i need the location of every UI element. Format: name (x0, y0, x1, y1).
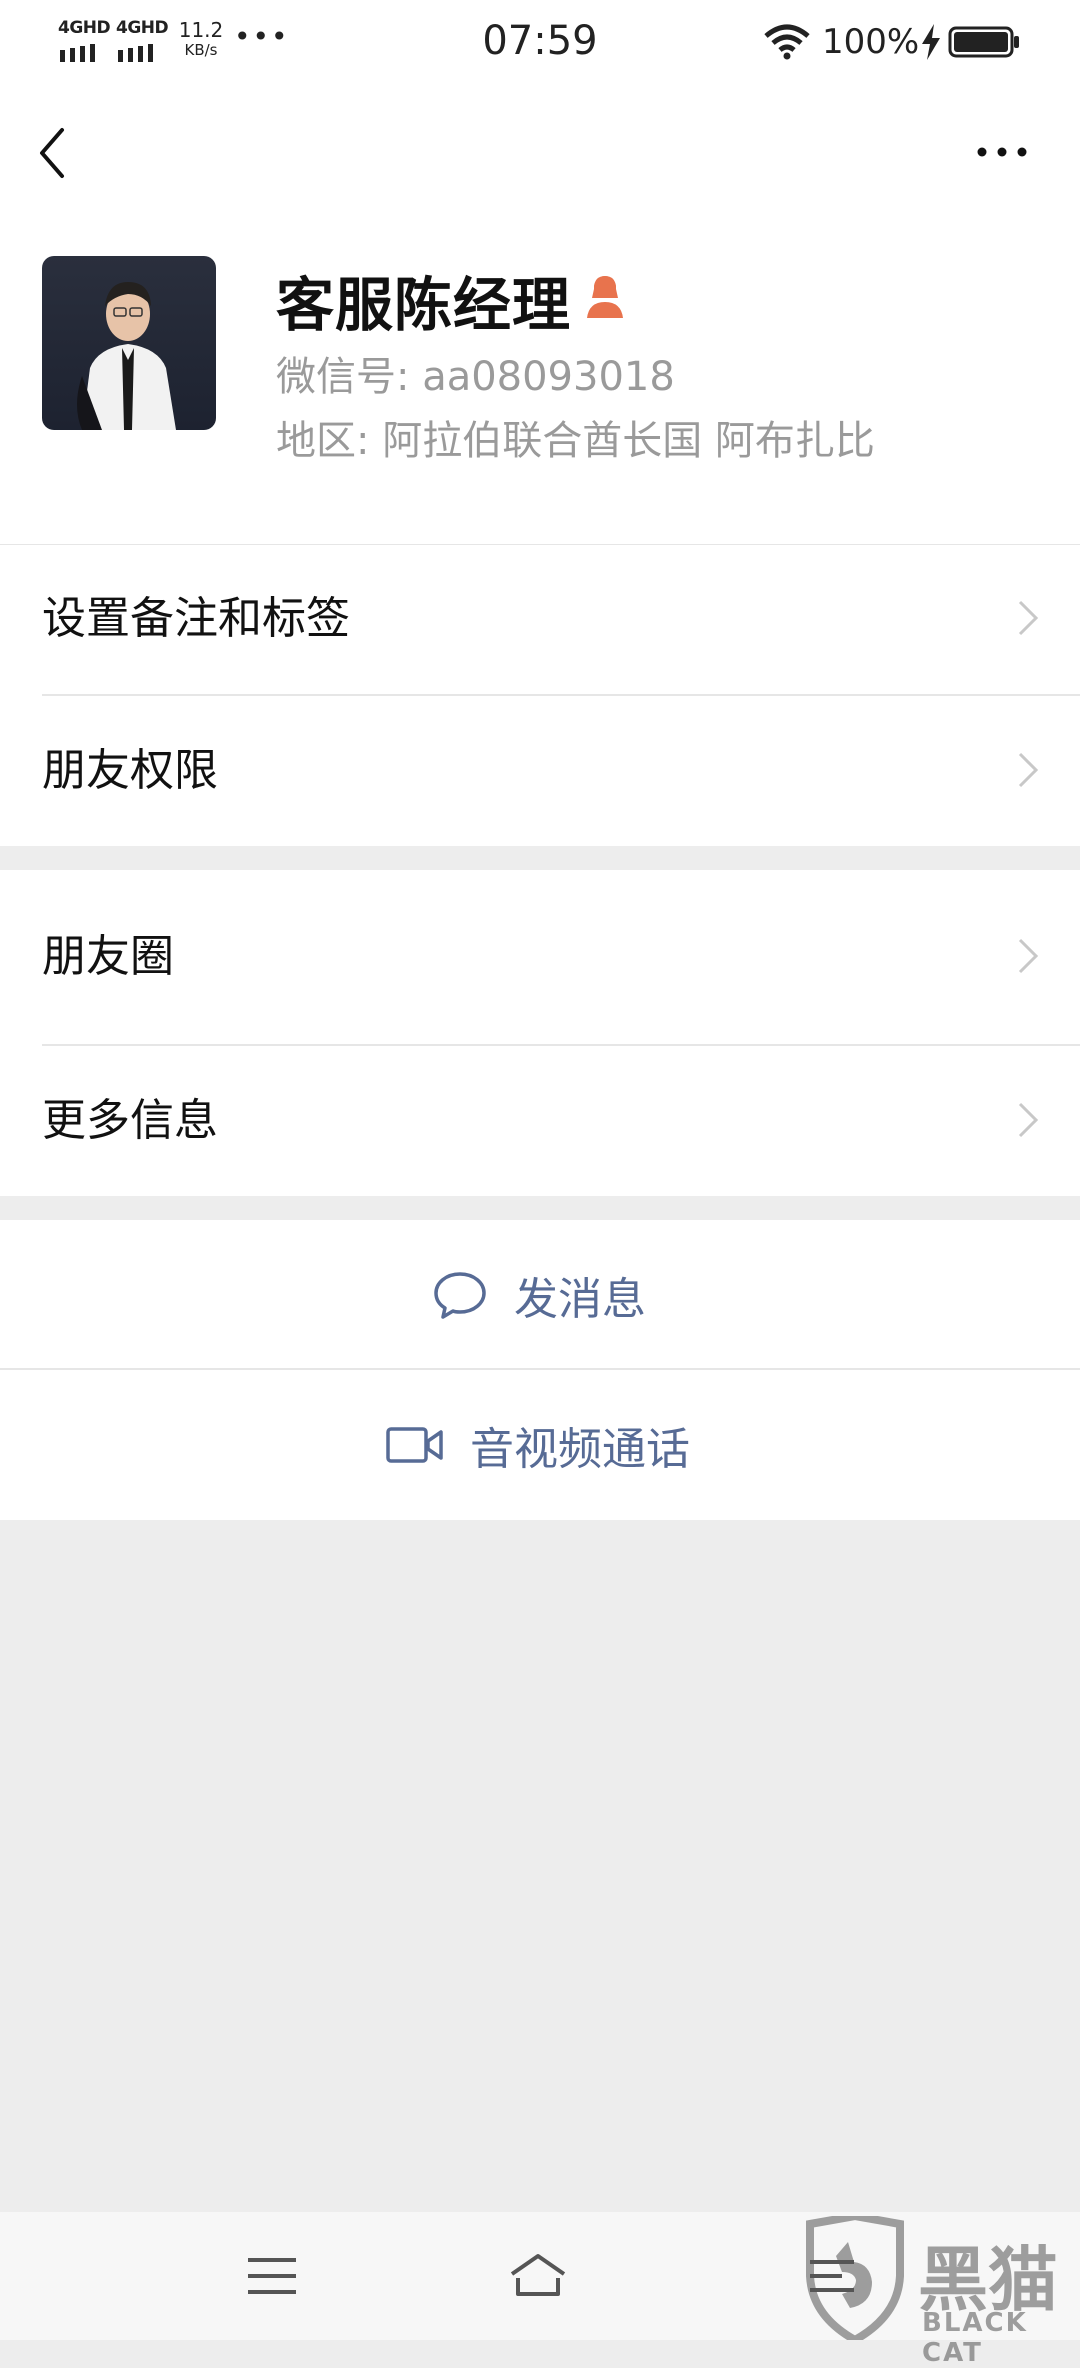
menu-item-label: 设置备注和标签 (42, 593, 350, 644)
top-nav-bar (0, 86, 1080, 216)
chevron-right-icon (1018, 600, 1039, 636)
female-user-icon (587, 276, 623, 318)
menu-item-friend-permissions[interactable]: 朋友权限 (0, 696, 1080, 846)
charging-icon (922, 24, 940, 60)
menu-group-remark-permissions: 设置备注和标签 朋友权限 (0, 544, 1080, 846)
menu-item-label: 朋友圈 (42, 931, 174, 982)
menu-group-moments-more: 朋友圈 更多信息 (0, 870, 1080, 1196)
wechat-id: 微信号: aa08093018 (276, 354, 675, 400)
person-photo (77, 282, 176, 430)
chevron-right-icon (1018, 1102, 1039, 1138)
battery-percent: 100% (822, 22, 920, 62)
action-buttons: 发消息 音视频通话 (0, 1220, 1080, 1520)
cat-shield-logo (806, 2211, 904, 2345)
status-bar: 4GHD 4GHD 11.2 KB/s ••• 07:59 100% (0, 0, 1080, 86)
home-icon[interactable] (506, 2244, 570, 2308)
back-arrow-icon[interactable] (30, 118, 80, 188)
menu-item-remark-tags[interactable]: 设置备注和标签 (0, 544, 1080, 694)
video-call-label: 音视频通话 (470, 1424, 690, 1475)
profile-header: 客服陈经理 微信号: aa08093018 地区: 阿拉伯联合酋长国 阿布扎比 (0, 216, 1080, 544)
watermark: 黑猫 BLACK CAT (800, 2211, 1080, 2368)
send-message-button[interactable]: 发消息 (0, 1220, 1080, 1370)
wifi-icon (764, 24, 810, 60)
battery-icon (948, 26, 1019, 58)
region: 地区: 阿拉伯联合酋长国 阿布扎比 (276, 418, 875, 464)
contact-name: 客服陈经理 (276, 271, 572, 339)
menu-icon[interactable] (240, 2244, 304, 2308)
watermark-subtitle: BLACK CAT (922, 2308, 1028, 2368)
chat-bubble-icon (434, 1272, 486, 1319)
chevron-right-icon (1018, 752, 1039, 788)
more-options-icon[interactable] (972, 122, 1032, 182)
chevron-right-icon (1018, 938, 1039, 974)
send-message-label: 发消息 (514, 1274, 646, 1325)
menu-item-label: 更多信息 (42, 1095, 218, 1146)
avatar[interactable] (42, 256, 216, 430)
menu-item-label: 朋友权限 (42, 745, 218, 796)
menu-item-moments[interactable]: 朋友圈 (0, 870, 1080, 1044)
menu-item-more-info[interactable]: 更多信息 (0, 1046, 1080, 1196)
video-call-button[interactable]: 音视频通话 (0, 1370, 1080, 1520)
video-camera-icon (386, 1427, 443, 1463)
